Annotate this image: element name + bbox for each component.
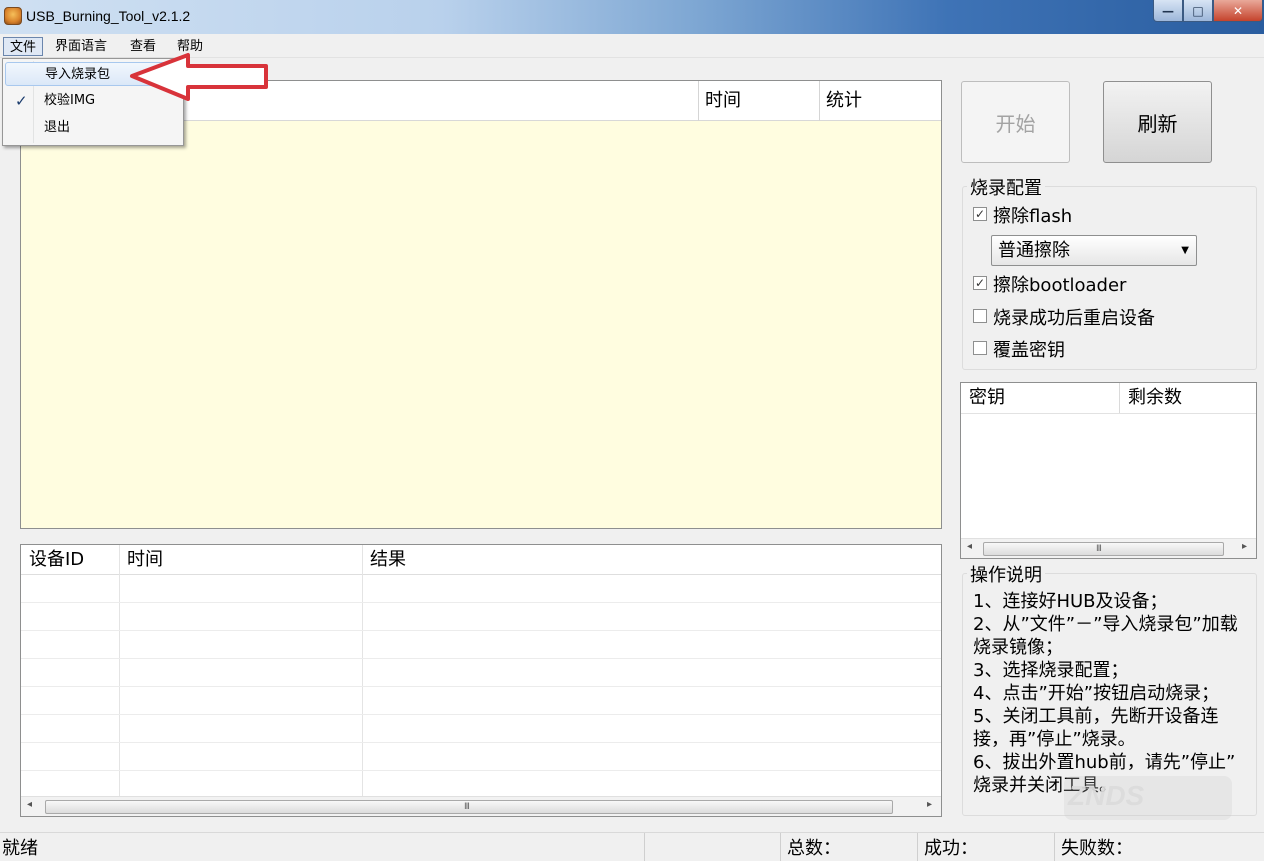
device-table-header: 设备ID 时间 结果 — [21, 545, 941, 575]
title-bar: USB_Burning_Tool_v2.1.2 — □ ✕ — [0, 0, 1264, 34]
key-table[interactable]: 密钥 剩余数 ◂ III ▸ — [960, 382, 1257, 559]
arrow-shape — [130, 53, 268, 101]
instructions-text: 1、连接好HUB及设备； 2、从”文件”－”导入烧录包”加载 烧录镜像； 3、选… — [973, 590, 1258, 797]
scroll-right-icon[interactable]: ▸ — [1242, 541, 1247, 552]
reboot-after-checkbox[interactable] — [973, 309, 987, 323]
table-row[interactable] — [21, 631, 941, 659]
menu-language[interactable]: 界面语言 — [49, 37, 113, 56]
instruction-line: 2、从”文件”－”导入烧录包”加载 — [973, 614, 1238, 635]
erase-flash-checkbox[interactable]: ✓ — [973, 207, 987, 221]
overwrite-key-label[interactable]: 覆盖密钥 — [993, 336, 1065, 362]
erase-bootloader-checkbox[interactable]: ✓ — [973, 276, 987, 290]
key-table-scrollbar[interactable]: ◂ III ▸ — [961, 538, 1256, 558]
instruction-line: 3、选择烧录配置； — [973, 660, 1129, 681]
overwrite-key-checkbox[interactable] — [973, 341, 987, 355]
failed-count: 失败数： — [1054, 833, 1264, 861]
maximize-button[interactable]: □ — [1183, 0, 1213, 22]
device-table[interactable]: 设备ID 时间 结果 ◂ III ▸ — [20, 544, 942, 817]
column-time[interactable]: 时间 — [698, 81, 820, 121]
instruction-line: 接，再”停止”烧录。 — [973, 729, 1136, 750]
success-count: 成功： — [917, 833, 1054, 861]
erase-mode-value: 普通擦除 — [998, 240, 1070, 261]
reboot-after-label[interactable]: 烧录成功后重启设备 — [993, 304, 1155, 330]
check-icon: ✓ — [974, 207, 986, 221]
table-row[interactable] — [21, 603, 941, 631]
scroll-right-icon[interactable]: ▸ — [927, 799, 932, 810]
close-button[interactable]: ✕ — [1213, 0, 1263, 22]
table-row[interactable] — [21, 771, 941, 799]
table-row[interactable] — [21, 687, 941, 715]
column-time[interactable]: 时间 — [119, 545, 163, 575]
annotation-arrow-icon — [130, 53, 268, 101]
check-icon: ✓ — [974, 276, 986, 290]
menu-item-label: 导入烧录包 — [45, 67, 111, 82]
column-key[interactable]: 密钥 — [961, 383, 1005, 413]
status-bar: 就绪 总数： 成功： 失败数： — [0, 832, 1264, 861]
scroll-left-icon[interactable]: ◂ — [27, 799, 32, 810]
erase-flash-label[interactable]: 擦除flash — [993, 202, 1072, 228]
column-result[interactable]: 结果 — [362, 545, 406, 575]
table-row[interactable] — [21, 575, 941, 603]
erase-mode-select[interactable]: 普通擦除 ▼ — [991, 235, 1197, 266]
chevron-down-icon: ▼ — [1181, 245, 1189, 256]
column-remaining[interactable]: 剩余数 — [1119, 383, 1182, 413]
column-stats[interactable]: 统计 — [819, 81, 941, 121]
menu-file[interactable]: 文件 — [3, 37, 44, 56]
total-count: 总数： — [780, 833, 917, 861]
instructions-title: 操作说明 — [967, 561, 1045, 587]
scroll-thumb[interactable]: III — [983, 542, 1224, 556]
status-spacer — [644, 833, 780, 861]
instruction-line: 烧录镜像； — [973, 637, 1063, 658]
instruction-line: 4、点击”开始”按钮启动烧录； — [973, 683, 1220, 704]
scroll-thumb[interactable]: III — [45, 800, 893, 814]
minimize-button[interactable]: — — [1153, 0, 1183, 22]
firmware-list-panel[interactable]: 时间 统计 — [20, 80, 942, 529]
table-row[interactable] — [21, 743, 941, 771]
erase-bootloader-label[interactable]: 擦除bootloader — [993, 271, 1126, 297]
check-icon: ✓ — [15, 92, 28, 110]
refresh-button[interactable]: 刷新 — [1103, 81, 1212, 163]
column-device-id[interactable]: 设备ID — [21, 545, 84, 575]
status-text: 就绪 — [2, 838, 38, 859]
grip-icon: III — [1096, 544, 1102, 554]
menu-item-label: 退出 — [44, 120, 71, 135]
grip-icon: III — [464, 802, 470, 812]
burn-config-title: 烧录配置 — [967, 174, 1045, 200]
scroll-left-icon[interactable]: ◂ — [967, 541, 972, 552]
window-title: USB_Burning_Tool_v2.1.2 — [26, 8, 191, 24]
menu-item-label: 校验IMG — [44, 93, 96, 108]
table-row[interactable] — [21, 659, 941, 687]
instruction-line: 5、关闭工具前，先断开设备连 — [973, 706, 1219, 727]
instruction-line: 6、拔出外置hub前，请先”停止” — [973, 752, 1236, 773]
menu-item-exit[interactable]: 退出 — [5, 116, 181, 140]
start-button[interactable]: 开始 — [961, 81, 1070, 163]
watermark-logo: ZNDS — [1068, 780, 1145, 811]
device-table-scrollbar[interactable]: ◂ III ▸ — [21, 796, 941, 816]
app-icon — [4, 7, 22, 25]
instruction-line: 1、连接好HUB及设备； — [973, 591, 1168, 612]
header-divider — [961, 413, 1256, 414]
table-row[interactable] — [21, 715, 941, 743]
